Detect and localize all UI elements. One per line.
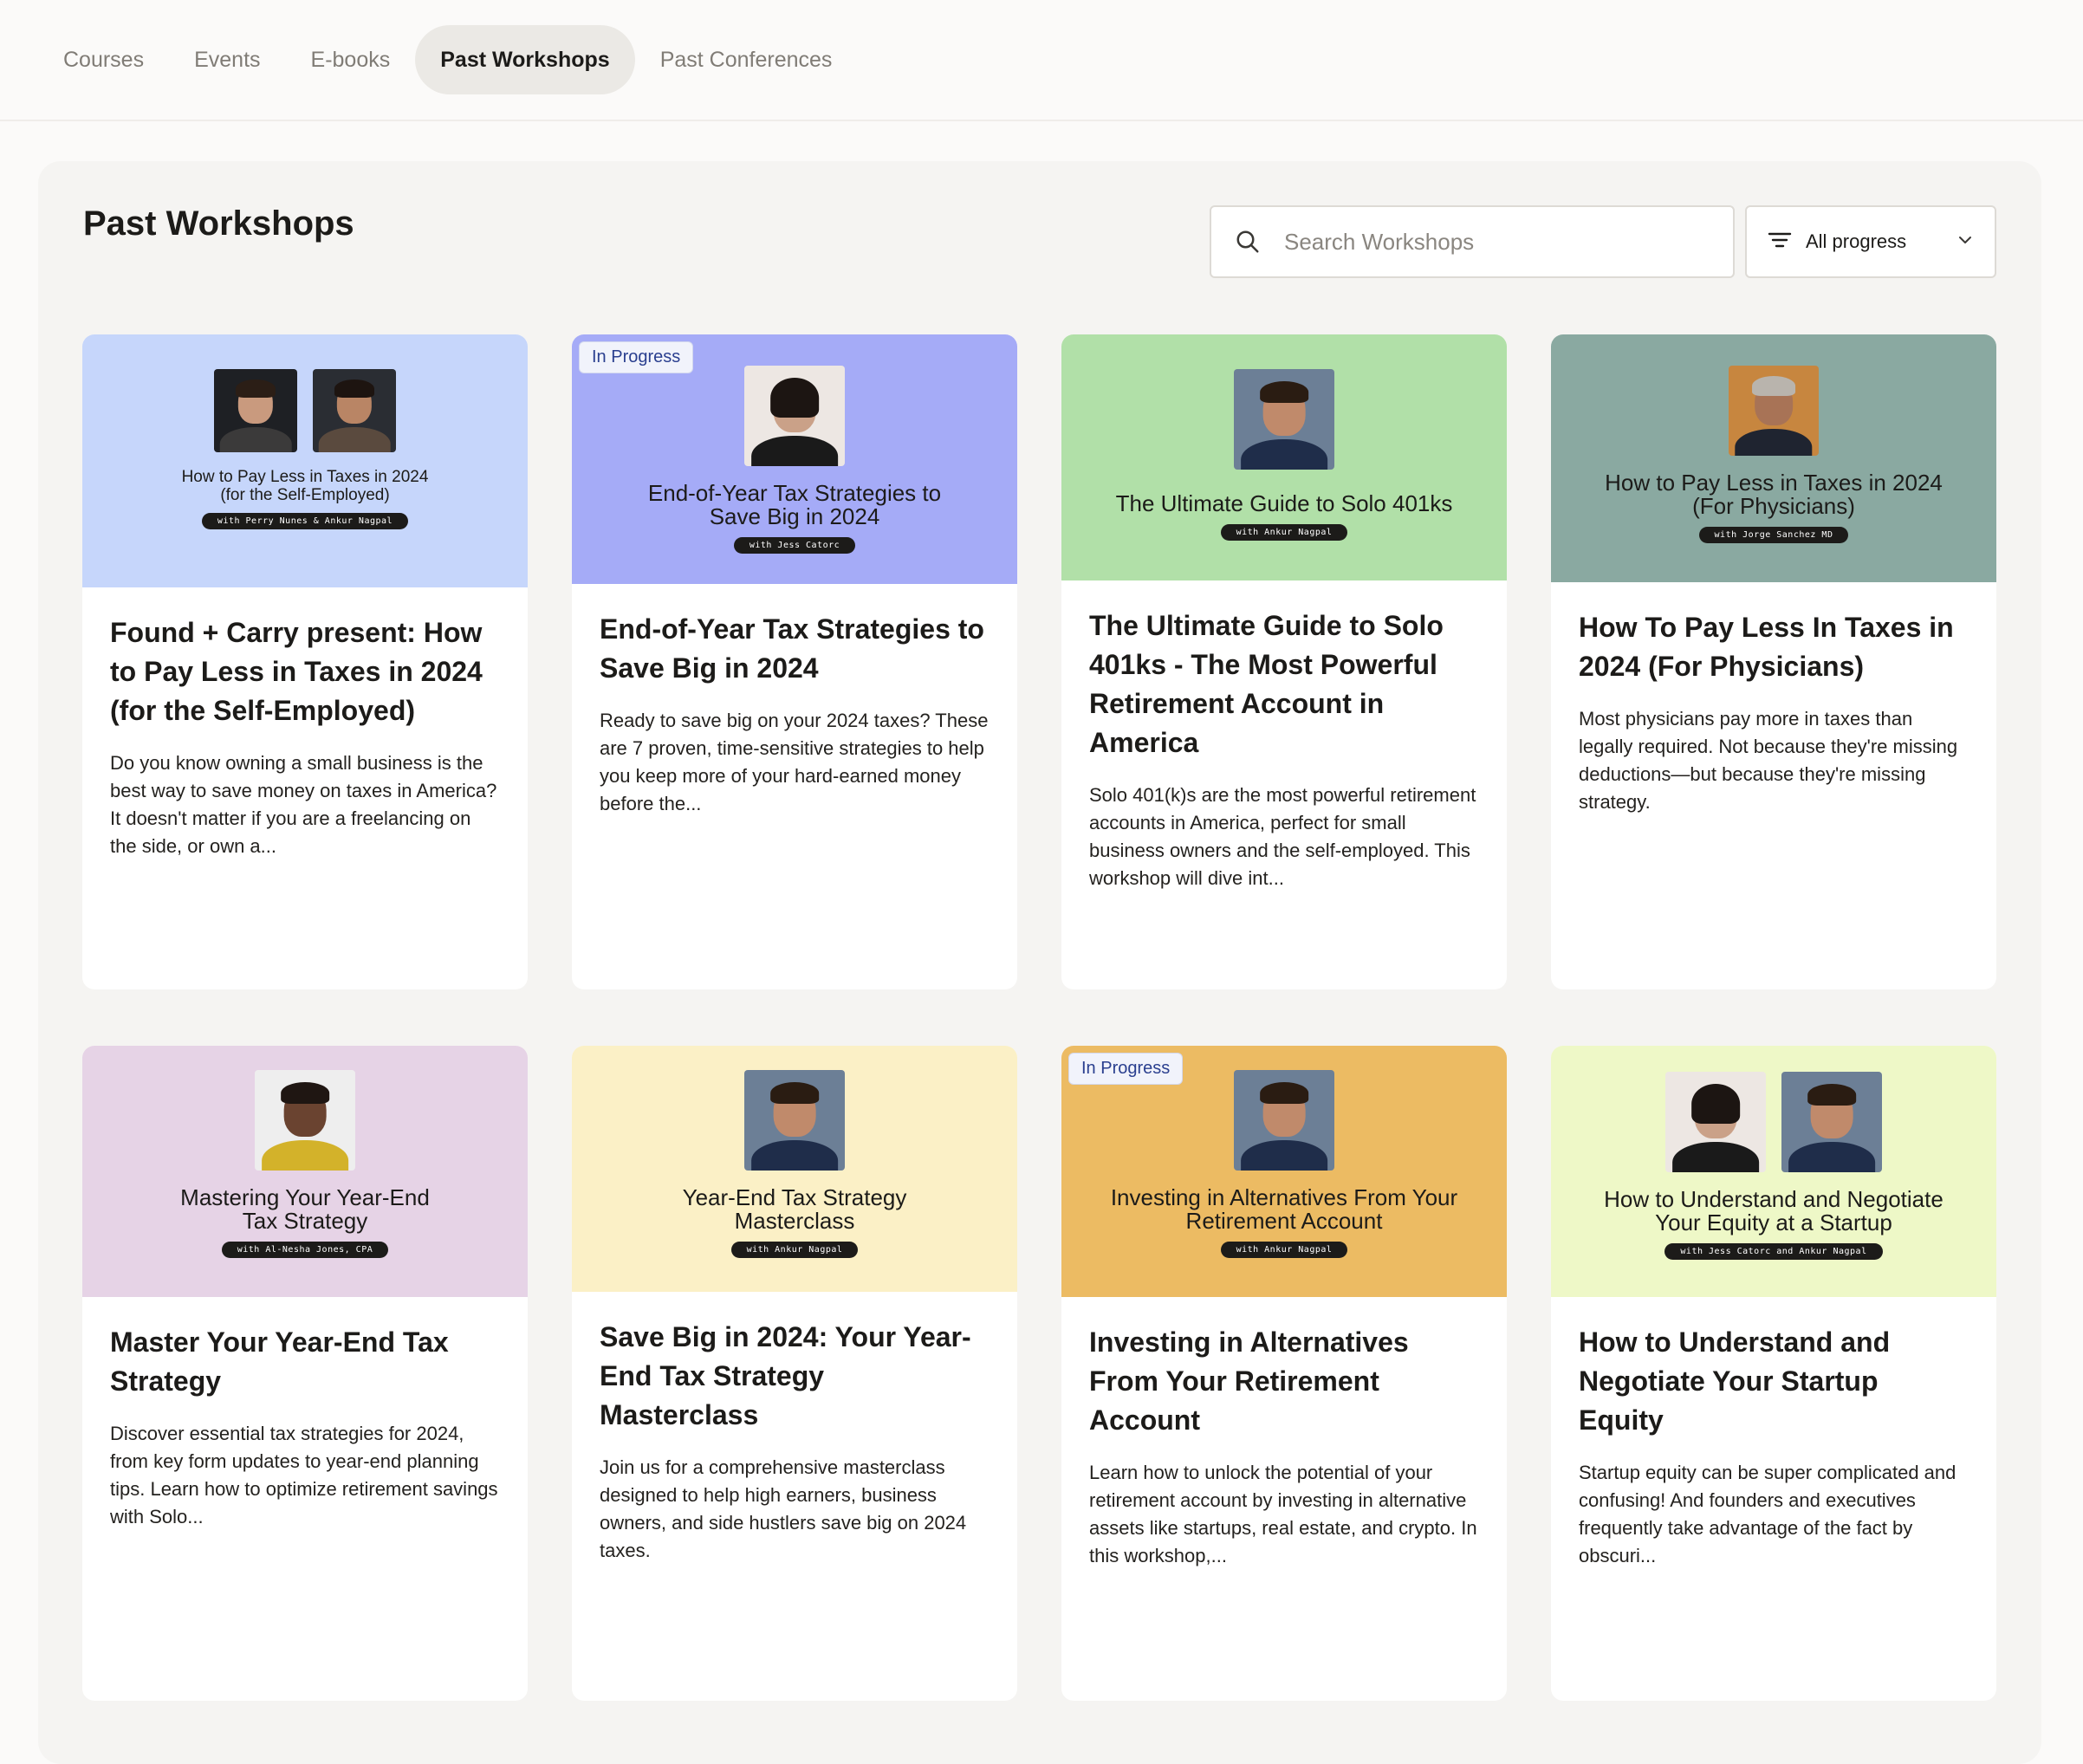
workshop-card[interactable]: How to Pay Less in Taxes in 2024 (For Ph… xyxy=(1551,334,1996,989)
card-title: How To Pay Less In Taxes in 2024 (For Ph… xyxy=(1579,612,1954,682)
workshop-grid: How to Pay Less in Taxes in 2024 (for th… xyxy=(82,334,1996,1701)
workshop-card[interactable]: How to Pay Less in Taxes in 2024 (for th… xyxy=(82,334,528,989)
thumbnail-title: How to Understand and Negotiate Your Equ… xyxy=(1604,1186,1943,1235)
host-pill: with Al-Nesha Jones, CPA xyxy=(221,1242,389,1258)
top-nav: Courses Events E-books Past Workshops Pa… xyxy=(0,0,2083,121)
host-pill: with Ankur Nagpal xyxy=(1220,524,1348,541)
tab-events[interactable]: Events xyxy=(169,25,285,94)
filter-label: All progress xyxy=(1806,230,1907,252)
thumbnail-title: Year-End Tax Strategy Masterclass xyxy=(682,1184,907,1234)
host-photo xyxy=(1781,1072,1882,1172)
card-description: Ready to save big on your 2024 taxes? Th… xyxy=(600,710,989,814)
workshop-card[interactable]: In Progress End-of-Year Tax Strategies t… xyxy=(572,334,1017,989)
host-pill: with Ankur Nagpal xyxy=(1220,1242,1348,1258)
host-pill: with Jorge Sanchez MD xyxy=(1698,527,1849,543)
card-title: Investing in Alternatives From Your Reti… xyxy=(1089,1326,1409,1436)
card-thumbnail: The Ultimate Guide to Solo 401ks with An… xyxy=(1061,334,1507,580)
tab-courses[interactable]: Courses xyxy=(38,25,169,94)
workshop-card[interactable]: The Ultimate Guide to Solo 401ks with An… xyxy=(1061,334,1507,989)
host-photo xyxy=(1729,366,1819,456)
card-title: Master Your Year-End Tax Strategy xyxy=(110,1326,449,1397)
search-input[interactable] xyxy=(1284,228,1733,256)
host-photo xyxy=(744,1070,845,1171)
card-thumbnail: How to Pay Less in Taxes in 2024 (For Ph… xyxy=(1551,334,1996,582)
card-description: Startup equity can be super complicated … xyxy=(1579,1462,1956,1566)
host-photo xyxy=(1234,369,1334,470)
progress-filter-dropdown[interactable]: All progress xyxy=(1745,205,1996,278)
card-thumbnail: In Progress Investing in Alternatives Fr… xyxy=(1061,1046,1507,1297)
filter-icon xyxy=(1768,230,1792,255)
tab-ebooks[interactable]: E-books xyxy=(286,25,416,94)
host-pill: with Perry Nunes & Ankur Nagpal xyxy=(201,513,409,529)
host-pill: with Ankur Nagpal xyxy=(730,1242,859,1258)
thumbnail-title: Investing in Alternatives From Your Reti… xyxy=(1110,1184,1458,1234)
status-badge: In Progress xyxy=(579,341,694,373)
workshops-panel: Past Workshops All progress xyxy=(38,161,2041,1764)
card-thumbnail: In Progress End-of-Year Tax Strategies t… xyxy=(572,334,1017,584)
card-title: The Ultimate Guide to Solo 401ks - The M… xyxy=(1089,610,1444,758)
thumbnail-title: Mastering Your Year-End Tax Strategy xyxy=(180,1184,430,1234)
card-title: Save Big in 2024: Your Year-End Tax Stra… xyxy=(600,1321,971,1430)
card-thumbnail: How to Understand and Negotiate Your Equ… xyxy=(1551,1046,1996,1297)
card-description: Join us for a comprehensive masterclass … xyxy=(600,1456,967,1561)
card-title: Found + Carry present: How to Pay Less i… xyxy=(110,617,483,726)
workshop-card[interactable]: Year-End Tax Strategy Masterclass with A… xyxy=(572,1046,1017,1701)
thumbnail-title: The Ultimate Guide to Solo 401ks xyxy=(1115,490,1453,516)
page-title: Past Workshops xyxy=(83,204,354,243)
card-description: Discover essential tax strategies for 20… xyxy=(110,1423,498,1527)
host-pill: with Jess Catorc xyxy=(733,537,856,554)
card-title: How to Understand and Negotiate Your Sta… xyxy=(1579,1326,1891,1436)
card-description: Do you know owning a small business is t… xyxy=(110,752,497,857)
workshop-card[interactable]: In Progress Investing in Alternatives Fr… xyxy=(1061,1046,1507,1701)
chevron-down-icon xyxy=(1956,231,1974,253)
workshop-card[interactable]: Mastering Your Year-End Tax Strategy wit… xyxy=(82,1046,528,1701)
status-badge: In Progress xyxy=(1068,1053,1184,1085)
tab-past-workshops[interactable]: Past Workshops xyxy=(415,25,635,94)
host-photo xyxy=(214,369,297,452)
host-photo xyxy=(255,1070,355,1171)
card-thumbnail: Year-End Tax Strategy Masterclass with A… xyxy=(572,1046,1017,1292)
card-thumbnail: How to Pay Less in Taxes in 2024 (for th… xyxy=(82,334,528,587)
thumbnail-title: How to Pay Less in Taxes in 2024 (for th… xyxy=(181,468,429,504)
host-photo xyxy=(1665,1072,1766,1172)
tab-past-conferences[interactable]: Past Conferences xyxy=(635,25,858,94)
thumbnail-title: How to Pay Less in Taxes in 2024 (For Ph… xyxy=(1605,470,1943,519)
search-box[interactable] xyxy=(1210,205,1735,278)
workshop-card[interactable]: How to Understand and Negotiate Your Equ… xyxy=(1551,1046,1996,1701)
host-photo xyxy=(744,366,845,466)
card-thumbnail: Mastering Your Year-End Tax Strategy wit… xyxy=(82,1046,528,1297)
card-title: End-of-Year Tax Strategies to Save Big i… xyxy=(600,613,984,684)
search-icon xyxy=(1211,207,1284,276)
card-description: Learn how to unlock the potential of you… xyxy=(1089,1462,1477,1566)
host-photo xyxy=(313,369,396,452)
host-photo xyxy=(1234,1070,1334,1171)
thumbnail-title: End-of-Year Tax Strategies to Save Big i… xyxy=(647,480,942,529)
host-pill: with Jess Catorc and Ankur Nagpal xyxy=(1664,1243,1883,1260)
card-description: Solo 401(k)s are the most powerful retir… xyxy=(1089,784,1476,889)
card-description: Most physicians pay more in taxes than l… xyxy=(1579,708,1958,813)
